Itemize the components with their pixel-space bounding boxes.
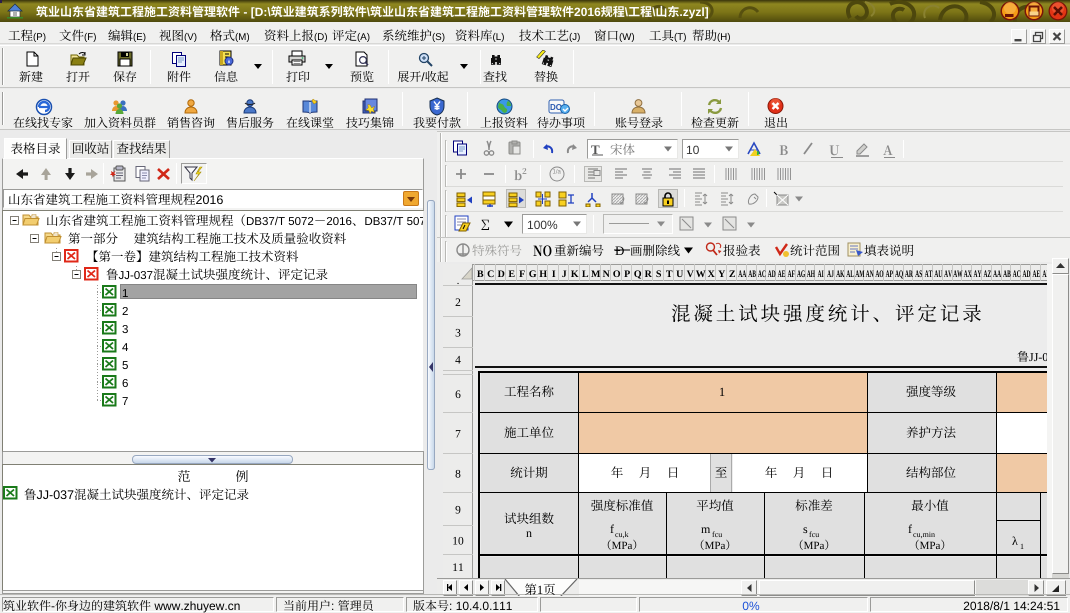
svg-text:T: T — [591, 142, 600, 156]
svg-text:DO: DO — [550, 103, 562, 112]
svg-text:1/a: 1/a — [553, 170, 562, 176]
